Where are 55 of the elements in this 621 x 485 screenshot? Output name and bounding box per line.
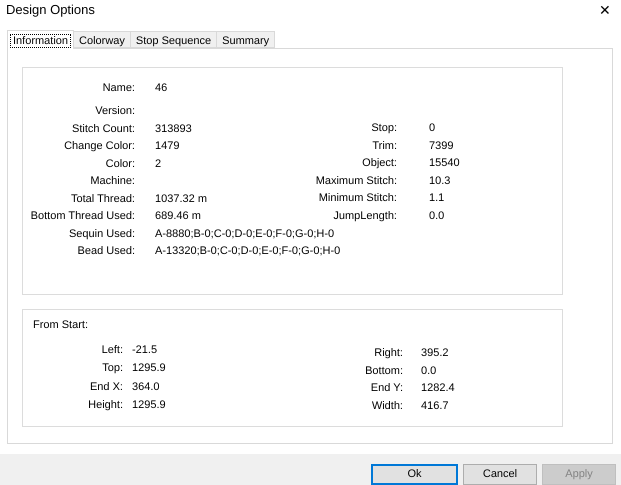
field-label: Version: <box>94 104 135 119</box>
field-label: Stitch Count: <box>71 122 135 136</box>
field-value: 1479 <box>155 140 180 152</box>
field-label: Change Color: <box>63 139 135 154</box>
field-value: 46 <box>155 82 168 94</box>
field-label: JumpLength: <box>332 208 397 224</box>
field-label: Maximum Stitch: <box>314 174 397 188</box>
field-value: 416.7 <box>421 400 449 412</box>
field-label: Stop: <box>370 121 397 136</box>
field-label: Trim: <box>371 138 397 154</box>
field-value: 1.1 <box>429 192 444 204</box>
field-value: 395.2 <box>421 347 449 359</box>
tab[interactable]: Stop Sequence <box>130 31 218 48</box>
field-value: 15540 <box>429 157 460 169</box>
field-value: 1037.32 m <box>155 192 207 204</box>
field-value: A-8880;B-0;C-0;D-0;E-0;F-0;G-0;H-0 <box>155 228 334 240</box>
field-label: Bead Used: <box>76 244 135 259</box>
dialog-button[interactable]: Ok <box>371 464 458 485</box>
group-title: From Start: <box>33 318 90 333</box>
close-button[interactable]: ✕ <box>599 3 611 17</box>
field-label: Top: <box>101 361 123 376</box>
field-label: End X: <box>88 380 123 394</box>
field-label: Height: <box>87 398 123 413</box>
field-value: 364.0 <box>132 380 160 392</box>
field-value: A-13320;B-0;C-0;D-0;E-0;F-0;G-0;H-0 <box>155 245 340 257</box>
tab[interactable]: Colorway <box>73 31 131 48</box>
field-label: Right: <box>373 346 403 361</box>
field-label: Color: <box>104 156 135 172</box>
field-value: 10.3 <box>429 174 450 186</box>
field-value: 313893 <box>155 122 192 134</box>
field-value: 1295.9 <box>132 362 166 374</box>
field-label: End Y: <box>370 381 403 396</box>
field-label: Bottom Thread Used: <box>30 209 135 224</box>
field-label: Sequin Used: <box>68 226 135 242</box>
field-value: 1282.4 <box>421 382 455 394</box>
field-value: 689.46 m <box>155 210 201 222</box>
field-value: 0 <box>429 122 436 134</box>
field-label: Machine: <box>89 174 135 189</box>
field-value: 0.0 <box>429 210 444 222</box>
field-label: Bottom: <box>364 364 403 378</box>
field-value: -21.5 <box>132 344 158 356</box>
field-label: Left: <box>100 343 123 358</box>
field-value: 1295.9 <box>132 398 166 411</box>
field-value: 2 <box>155 158 162 170</box>
dialog-button[interactable]: Cancel <box>463 464 537 485</box>
tab[interactable]: Information <box>7 30 74 49</box>
field-value: 7399 <box>429 140 454 152</box>
field-label: Width: <box>370 398 403 414</box>
field-label: Total Thread: <box>70 192 135 206</box>
field-value: 0.0 <box>421 364 436 376</box>
field-label: Minimum Stitch: <box>318 191 397 206</box>
field-label: Name: <box>102 81 135 96</box>
tab[interactable]: Summary <box>216 31 276 48</box>
window-title: Design Options <box>6 1 95 20</box>
field-label: Object: <box>361 156 397 171</box>
